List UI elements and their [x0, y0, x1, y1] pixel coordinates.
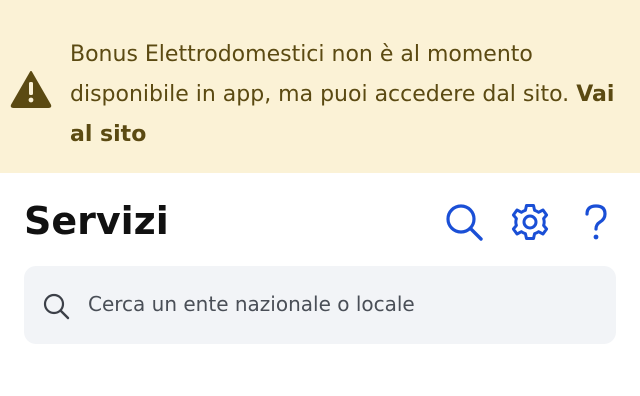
- services-header: Servizi: [0, 173, 640, 265]
- search-icon: [43, 293, 70, 320]
- warning-icon: [10, 71, 52, 108]
- search-input[interactable]: [88, 284, 598, 324]
- search-icon: [446, 204, 483, 241]
- page-title: Servizi: [24, 199, 169, 243]
- search-button[interactable]: [442, 200, 486, 244]
- gear-icon: [511, 204, 549, 240]
- banner-message: Bonus Elettrodomestici non è al momento …: [70, 35, 626, 155]
- banner-text: Bonus Elettrodomestici non è al momento …: [70, 42, 570, 107]
- search-bar[interactable]: [24, 266, 616, 344]
- warning-banner: Bonus Elettrodomestici non è al momento …: [0, 0, 640, 173]
- help-icon: [585, 204, 607, 240]
- settings-button[interactable]: [508, 200, 552, 244]
- help-button[interactable]: [574, 200, 618, 244]
